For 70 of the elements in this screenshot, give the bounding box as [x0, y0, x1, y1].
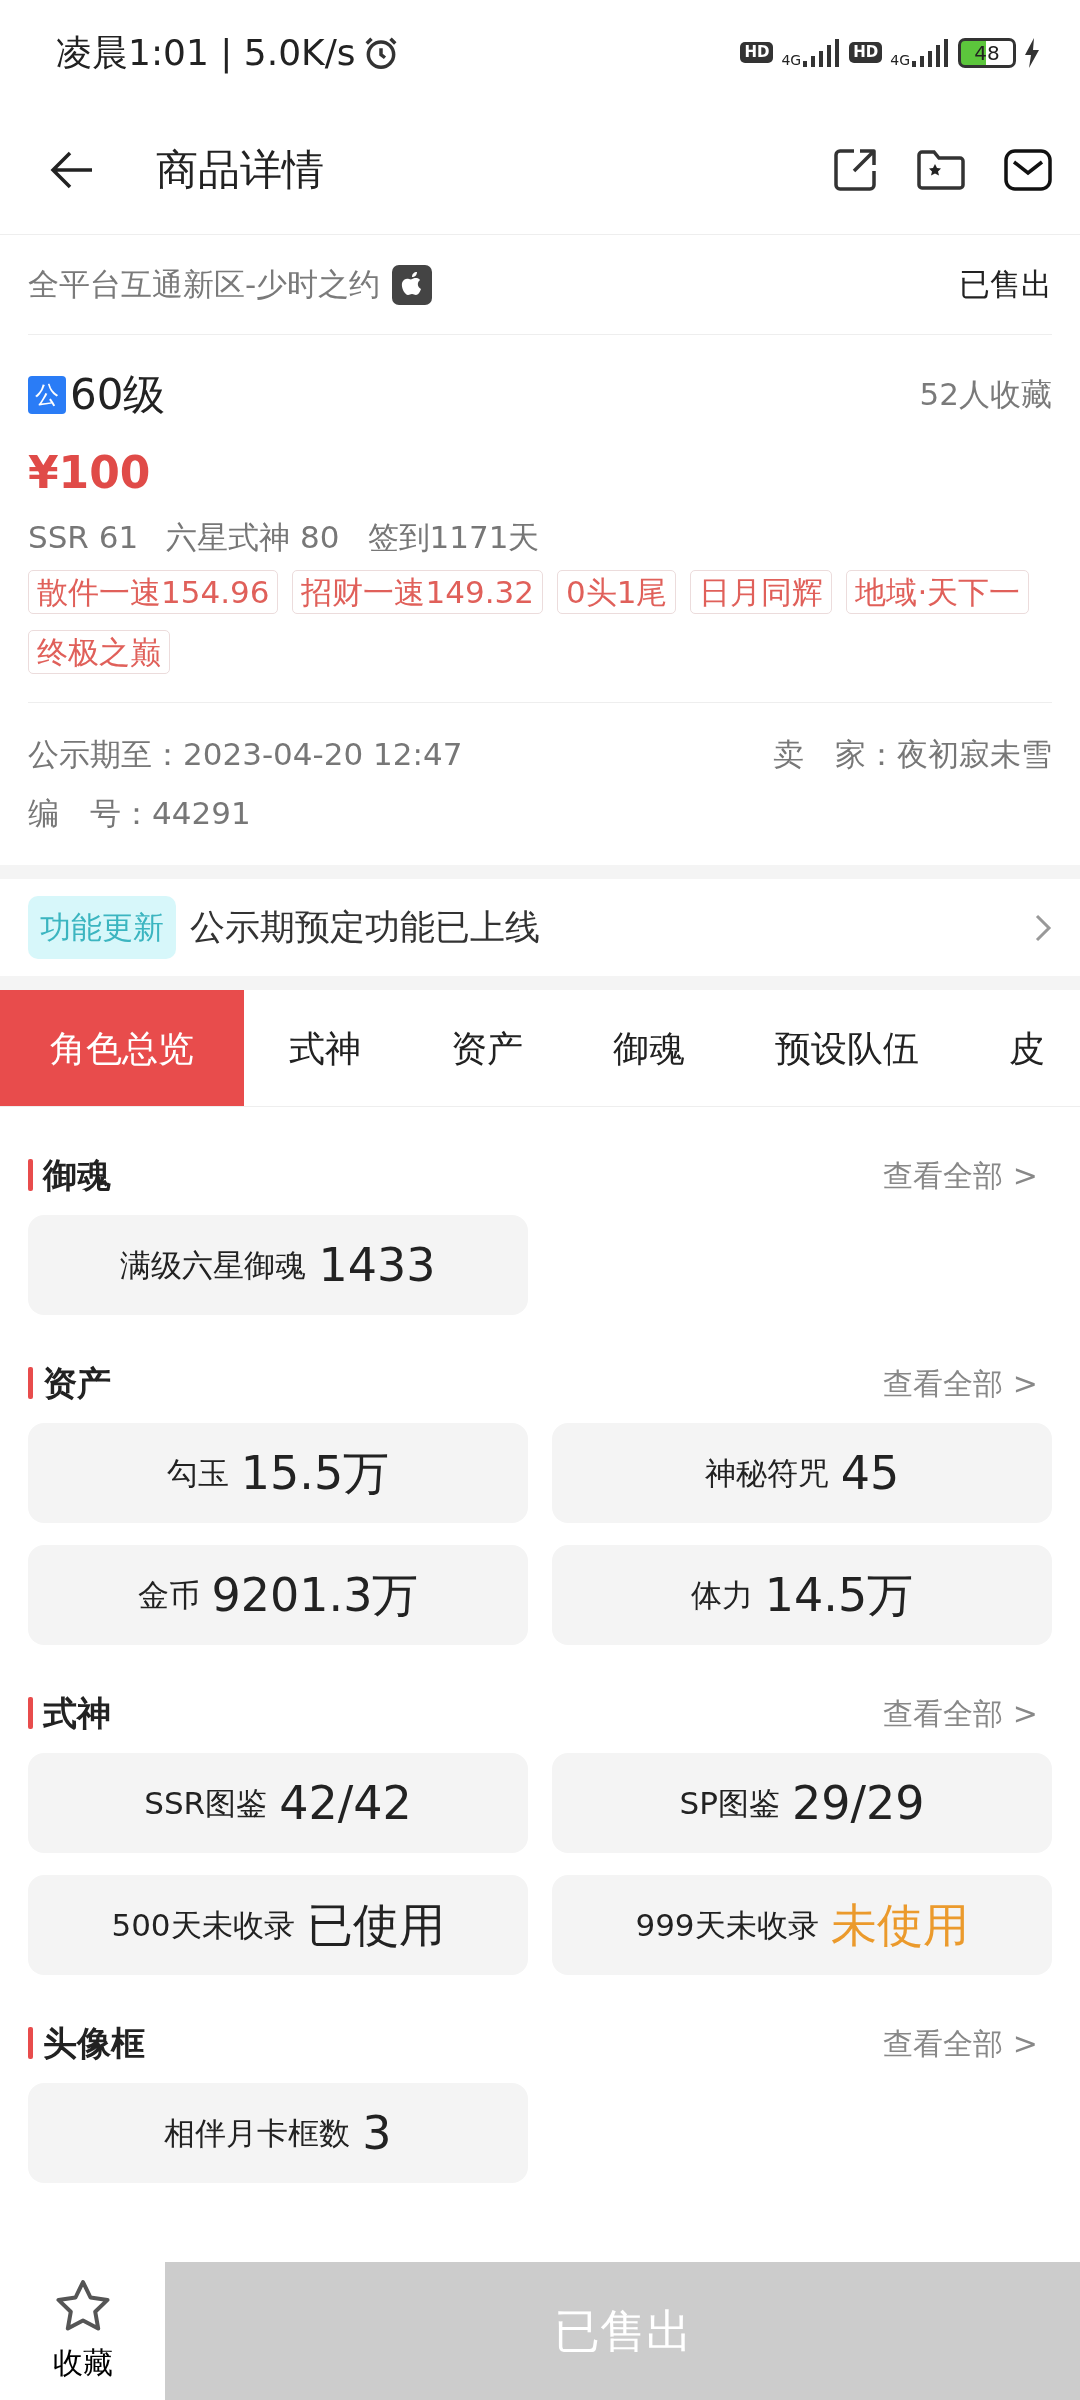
- level-text: 60级: [70, 369, 166, 421]
- stat-label: 500天未收录: [111, 1905, 295, 1945]
- stat-value: 1433: [318, 1236, 436, 1294]
- view-all-link[interactable]: 查看全部 >: [883, 1152, 1038, 1198]
- section-title: 头像框: [43, 2021, 145, 2065]
- stat-text: 签到1171天: [367, 518, 540, 557]
- stat-value: 已使用: [306, 1896, 445, 1954]
- tag: 0头1尾: [556, 570, 677, 614]
- notice-text: 公示期预定功能已上线: [190, 906, 540, 950]
- price: ¥100: [28, 446, 152, 500]
- update-badge: 功能更新: [28, 896, 176, 959]
- section-title: 御魂: [43, 1153, 111, 1197]
- stat-value: 29/29: [791, 1774, 925, 1832]
- stat-label: 体力: [690, 1575, 753, 1615]
- tag: 地域·天下一: [846, 570, 1030, 614]
- seller-text: 卖 家：夜初寂未雪: [773, 735, 1052, 774]
- stat-label: 勾玉: [166, 1453, 229, 1493]
- stat-label: SSR图鉴: [144, 1783, 268, 1823]
- stat-label: 金币: [137, 1575, 200, 1615]
- signal-icon: [801, 38, 842, 67]
- section-title: 式神: [43, 1691, 111, 1735]
- stat-value: 3: [362, 2104, 392, 2162]
- share-icon[interactable]: [832, 146, 878, 193]
- tag: 散件一速154.96: [28, 570, 279, 614]
- section-marker: [28, 1697, 33, 1729]
- hd-badge: HD: [849, 42, 883, 63]
- notice-bar[interactable]: 功能更新 公示期预定功能已上线: [0, 879, 1080, 976]
- tag: 招财一速149.32: [292, 570, 543, 614]
- section-title: 资产: [43, 1361, 111, 1405]
- tab[interactable]: 角色总览: [0, 990, 244, 1106]
- stat-label: SP图鉴: [679, 1783, 780, 1823]
- section-marker: [28, 2027, 33, 2059]
- sale-status: 已售出: [959, 265, 1052, 305]
- listing-number: 编 号：44291: [28, 794, 251, 833]
- stat-label: 满级六星御魂: [120, 1245, 307, 1285]
- folder-star-icon[interactable]: [916, 148, 966, 191]
- stat-value: 42/42: [279, 1774, 412, 1832]
- chevron-right-icon: [1034, 912, 1052, 943]
- stat-label: 999天未收录: [635, 1905, 819, 1945]
- stat-value: 15.5万: [240, 1444, 390, 1502]
- signal-icon: [910, 38, 950, 67]
- public-badge: 公: [28, 375, 66, 414]
- view-all-link[interactable]: 查看全部 >: [883, 1690, 1038, 1736]
- section-marker: [28, 1367, 33, 1399]
- hd-badge: HD: [740, 42, 774, 63]
- tag: 终极之巅: [28, 630, 170, 674]
- view-all-link[interactable]: 查看全部 >: [883, 2020, 1038, 2066]
- charging-icon: [1024, 37, 1040, 68]
- stat-text: 六星式神 80: [166, 518, 340, 557]
- deadline-text: 公示期至：2023-04-20 12:47: [28, 735, 463, 774]
- network-label: 4G: [890, 52, 910, 67]
- stat-value: 14.5万: [764, 1566, 914, 1624]
- apple-logo-icon: [392, 264, 433, 305]
- back-arrow-icon[interactable]: [50, 149, 94, 190]
- section-marker: [28, 1159, 33, 1191]
- status-text: 凌晨1:01 | 5.0K/s: [56, 30, 356, 76]
- star-icon: [53, 2277, 112, 2334]
- stat-value: 9201.3万: [211, 1566, 419, 1624]
- stat-label: 神秘符咒: [704, 1453, 829, 1493]
- server-name: 全平台互通新区-少时之约: [28, 265, 381, 305]
- stat-text: SSR 61: [28, 518, 139, 557]
- network-label: 4G: [781, 52, 802, 67]
- tag: 日月同辉: [690, 570, 833, 614]
- favorites-count: 52人收藏: [919, 375, 1052, 415]
- stat-value: 未使用: [830, 1896, 969, 1954]
- view-all-link[interactable]: 查看全部 >: [883, 1360, 1038, 1406]
- stat-label: 相伴月卡框数: [164, 2113, 351, 2153]
- stat-value: 45: [840, 1444, 900, 1502]
- page-title: 商品详情: [156, 144, 324, 196]
- mail-icon[interactable]: [1004, 148, 1052, 191]
